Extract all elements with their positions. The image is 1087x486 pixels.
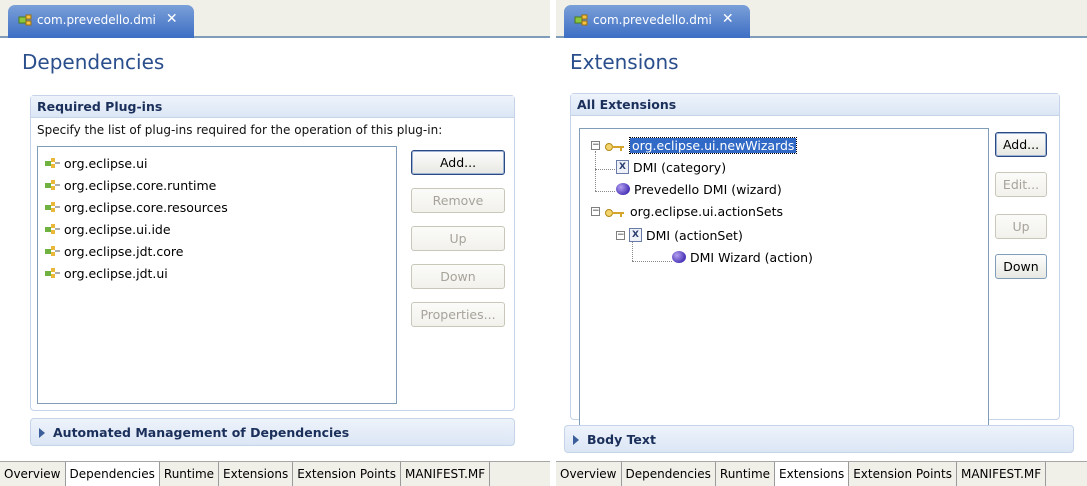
editor-tab-label: com.prevedello.dmi <box>593 13 712 27</box>
list-item[interactable]: org.eclipse.jdt.ui <box>44 263 168 283</box>
tree-line <box>632 261 672 262</box>
tree-item-element[interactable]: DMI Wizard (action) <box>672 247 813 267</box>
up-button[interactable]: Up <box>411 226 505 251</box>
plugin-name: org.eclipse.ui.ide <box>64 221 171 237</box>
ball-icon <box>672 251 686 263</box>
ball-icon <box>616 183 630 195</box>
tab-manifest[interactable]: MANIFEST.MF <box>957 462 1047 486</box>
tree-line <box>595 151 596 191</box>
list-item[interactable]: org.eclipse.core.resources <box>44 197 228 217</box>
plugin-icon <box>44 156 62 170</box>
page-title: Dependencies <box>22 50 165 74</box>
collapse-icon[interactable]: − <box>616 230 625 240</box>
plugin-name: org.eclipse.ui <box>64 155 148 171</box>
tab-extension-points[interactable]: Extension Points <box>293 462 401 486</box>
x-element-icon: X <box>616 160 629 174</box>
extensions-tree[interactable]: − org.eclipse.ui.newWizards X DMI (categ… <box>579 128 989 428</box>
all-extensions-section: All Extensions − org.eclipse.ui.newWizar… <box>570 93 1060 428</box>
dependencies-editor: com.prevedello.dmi ✕ Dependencies Requir… <box>0 0 550 486</box>
tab-dependencies[interactable]: Dependencies <box>65 462 160 486</box>
tree-item-label: org.eclipse.ui.actionSets <box>630 203 783 219</box>
plugin-icon <box>44 178 62 192</box>
extensions-editor: com.prevedello.dmi ✕ Extensions All Exte… <box>556 0 1087 486</box>
editor-tab[interactable]: com.prevedello.dmi ✕ <box>8 5 194 38</box>
tree-item-extension[interactable]: − org.eclipse.ui.newWizards <box>591 135 798 155</box>
tree-line <box>595 191 615 192</box>
section-title: Body Text <box>587 432 656 447</box>
down-button[interactable]: Down <box>995 254 1047 279</box>
plugin-icon <box>44 266 62 280</box>
extension-key-icon <box>604 140 626 151</box>
editor-tab[interactable]: com.prevedello.dmi ✕ <box>564 5 750 38</box>
editor-page-tabs: Overview Dependencies Runtime Extensions… <box>0 461 550 486</box>
expand-triangle-icon[interactable] <box>39 428 45 438</box>
tab-extension-points[interactable]: Extension Points <box>849 462 957 486</box>
tab-overview[interactable]: Overview <box>0 462 66 486</box>
section-title: All Extensions <box>571 94 1059 116</box>
plugin-name: org.eclipse.jdt.core <box>64 243 184 259</box>
remove-button[interactable]: Remove <box>411 188 505 213</box>
plugin-list[interactable]: org.eclipse.ui org.eclipse.core.runtime … <box>37 146 397 404</box>
expand-triangle-icon[interactable] <box>573 435 579 445</box>
collapse-icon[interactable]: − <box>591 140 600 150</box>
plugin-icon <box>44 244 62 258</box>
tab-overview[interactable]: Overview <box>556 462 622 486</box>
plugin-name: org.eclipse.jdt.ui <box>64 265 168 281</box>
plugin-icon <box>44 222 62 236</box>
automated-management-section[interactable]: Automated Management of Dependencies <box>30 418 515 446</box>
plugin-name: org.eclipse.core.runtime <box>64 177 217 193</box>
tree-item-extension[interactable]: − org.eclipse.ui.actionSets <box>591 201 783 221</box>
section-description: Specify the list of plug-ins required fo… <box>37 123 443 137</box>
x-element-icon: X <box>629 228 642 242</box>
close-icon[interactable]: ✕ <box>166 12 178 26</box>
section-title: Automated Management of Dependencies <box>53 425 350 440</box>
tab-extensions[interactable]: Extensions <box>219 462 294 486</box>
add-button[interactable]: Add... <box>411 150 505 175</box>
plugin-icon <box>44 200 62 214</box>
required-plugins-section: Required Plug-ins Specify the list of pl… <box>30 95 515 411</box>
tab-runtime[interactable]: Runtime <box>716 462 776 486</box>
close-icon[interactable]: ✕ <box>722 12 734 26</box>
edit-button[interactable]: Edit... <box>995 172 1047 197</box>
tab-runtime[interactable]: Runtime <box>160 462 220 486</box>
plugin-name: org.eclipse.core.resources <box>64 199 228 215</box>
down-button[interactable]: Down <box>411 264 505 289</box>
tree-item-label: DMI (category) <box>633 159 727 175</box>
list-item[interactable]: org.eclipse.core.runtime <box>44 175 216 195</box>
tree-item-element[interactable]: X DMI (category) <box>616 157 726 177</box>
tree-line <box>595 169 615 170</box>
properties-button[interactable]: Properties... <box>411 302 505 327</box>
list-item[interactable]: org.eclipse.jdt.core <box>44 241 183 261</box>
tree-item-label: DMI Wizard (action) <box>690 249 813 265</box>
tree-item-label: Prevedello DMI (wizard) <box>634 181 782 197</box>
page-title: Extensions <box>570 50 679 74</box>
editor-page-tabs: Overview Dependencies Runtime Extensions… <box>556 461 1087 486</box>
extension-key-icon <box>604 206 626 217</box>
tree-item-label: DMI (actionSet) <box>646 227 743 243</box>
tab-dependencies[interactable]: Dependencies <box>622 462 716 486</box>
editor-tab-label: com.prevedello.dmi <box>37 13 156 27</box>
editor-tabstrip: com.prevedello.dmi ✕ <box>556 0 1087 38</box>
editor-tabstrip: com.prevedello.dmi ✕ <box>0 0 550 38</box>
up-button[interactable]: Up <box>995 214 1047 239</box>
tree-item-label: org.eclipse.ui.newWizards <box>628 136 798 154</box>
section-title: Required Plug-ins <box>31 96 514 118</box>
collapse-icon[interactable]: − <box>591 206 600 216</box>
tab-extensions[interactable]: Extensions <box>775 462 850 486</box>
body-text-section[interactable]: Body Text <box>564 425 1074 453</box>
tree-item-element[interactable]: Prevedello DMI (wizard) <box>616 179 782 199</box>
list-item[interactable]: org.eclipse.ui.ide <box>44 219 171 239</box>
add-button[interactable]: Add... <box>995 132 1047 157</box>
plugin-icon <box>18 13 33 27</box>
plugin-icon <box>574 13 589 27</box>
tree-item-element[interactable]: − X DMI (actionSet) <box>616 225 743 245</box>
list-item[interactable]: org.eclipse.ui <box>44 153 148 173</box>
tab-manifest[interactable]: MANIFEST.MF <box>401 462 491 486</box>
